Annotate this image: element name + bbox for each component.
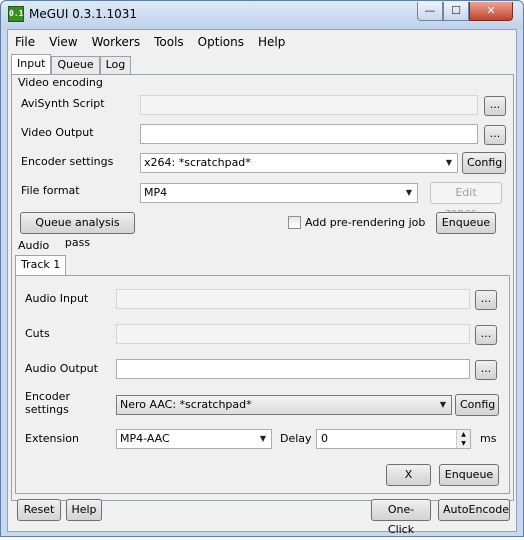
close-button[interactable]: ✕ xyxy=(469,2,513,21)
menu-view[interactable]: View xyxy=(42,32,84,52)
chevron-down-icon: ▼ xyxy=(445,158,453,167)
video-enqueue-button[interactable]: Enqueue xyxy=(436,212,496,234)
input-tab-panel: Video encoding AviSynth Script ... Video… xyxy=(11,74,514,501)
menu-options[interactable]: Options xyxy=(191,32,251,52)
chevron-down-icon: ▼ xyxy=(405,188,413,197)
megui-window: 0.1 MeGUI 0.3.1.1031 — ☐ ✕ File View Wor… xyxy=(0,0,524,537)
tab-track-1[interactable]: Track 1 xyxy=(15,255,67,275)
maximize-button[interactable]: ☐ xyxy=(443,2,469,21)
video-encoder-select[interactable]: x264: *scratchpad* ▼ xyxy=(140,153,458,173)
extension-select[interactable]: MP4-AAC ▼ xyxy=(116,429,272,449)
video-config-button[interactable]: Config xyxy=(462,152,506,174)
autoencode-button[interactable]: AutoEncode xyxy=(438,499,510,521)
delay-spinner[interactable]: 0 ▲ ▼ xyxy=(316,429,471,449)
menu-file[interactable]: File xyxy=(8,32,42,52)
audio-track-tabs: Track 1 xyxy=(15,255,67,275)
queue-analysis-pass-button[interactable]: Queue analysis pass xyxy=(20,212,135,249)
delay-unit-label: ms xyxy=(480,432,497,445)
minimize-button[interactable]: — xyxy=(417,2,443,21)
megui-app-icon: 0.1 xyxy=(8,6,24,22)
delay-label: Delay xyxy=(280,432,312,445)
file-format-label: File format xyxy=(21,184,80,197)
tab-input[interactable]: Input xyxy=(11,54,52,74)
audio-encoder-settings-label: Encoder settings xyxy=(25,390,70,416)
video-output-browse-button[interactable]: ... xyxy=(484,125,506,145)
window-title: MeGUI 0.3.1.1031 xyxy=(29,7,138,21)
reset-button[interactable]: Reset xyxy=(17,499,61,521)
client-area: File View Workers Tools Options Help Inp… xyxy=(7,29,517,536)
audio-encoder-select[interactable]: Nero AAC: *scratchpad* ▼ xyxy=(116,395,452,415)
cuts-label: Cuts xyxy=(25,327,50,340)
spinner-up-icon[interactable]: ▲ xyxy=(457,430,470,439)
audio-output-label: Audio Output xyxy=(25,362,98,375)
video-output-field[interactable] xyxy=(140,124,478,144)
avisynth-browse-button[interactable]: ... xyxy=(484,96,506,116)
avisynth-script-label: AviSynth Script xyxy=(21,97,105,110)
one-click-button[interactable]: One-Click xyxy=(371,499,431,536)
prerender-checkbox[interactable] xyxy=(288,216,301,229)
spinner-down-icon[interactable]: ▼ xyxy=(457,439,470,448)
menu-workers[interactable]: Workers xyxy=(85,32,148,52)
encoder-settings-label: Encoder settings xyxy=(21,155,114,168)
chevron-down-icon: ▼ xyxy=(439,400,447,409)
menu-tools[interactable]: Tools xyxy=(147,32,191,52)
menu-help[interactable]: Help xyxy=(251,32,292,52)
cuts-field[interactable] xyxy=(116,324,470,344)
avisynth-script-field[interactable] xyxy=(140,95,478,115)
audio-input-browse-button[interactable]: ... xyxy=(475,290,497,310)
prerender-label: Add pre-rendering job xyxy=(305,216,426,229)
video-output-label: Video Output xyxy=(21,126,94,139)
menu-bar: File View Workers Tools Options Help xyxy=(8,32,516,52)
extension-label: Extension xyxy=(25,432,80,445)
audio-input-field[interactable] xyxy=(116,289,470,309)
tab-queue[interactable]: Queue xyxy=(51,56,100,74)
title-bar[interactable]: 0.1 MeGUI 0.3.1.1031 — ☐ ✕ xyxy=(1,1,523,29)
audio-section-label: Audio xyxy=(18,239,50,252)
chevron-down-icon: ▼ xyxy=(259,434,267,443)
main-tabs: Input Queue Log xyxy=(11,54,132,74)
edit-zones-button[interactable]: Edit zones... xyxy=(430,182,502,219)
file-format-select[interactable]: MP4 ▼ xyxy=(140,183,418,203)
cuts-browse-button[interactable]: ... xyxy=(475,325,497,345)
tab-log[interactable]: Log xyxy=(99,56,132,74)
video-section-label: Video encoding xyxy=(18,76,103,89)
audio-config-button[interactable]: Config xyxy=(455,394,499,416)
audio-input-label: Audio Input xyxy=(25,292,89,305)
audio-track-panel: Audio Input ... Cuts ... Audio Output ..… xyxy=(15,275,510,494)
audio-output-browse-button[interactable]: ... xyxy=(475,360,497,380)
help-button[interactable]: Help xyxy=(66,499,102,521)
audio-enqueue-button[interactable]: Enqueue xyxy=(439,464,499,486)
audio-remove-track-button[interactable]: X xyxy=(386,464,431,486)
audio-output-field[interactable] xyxy=(116,359,470,379)
